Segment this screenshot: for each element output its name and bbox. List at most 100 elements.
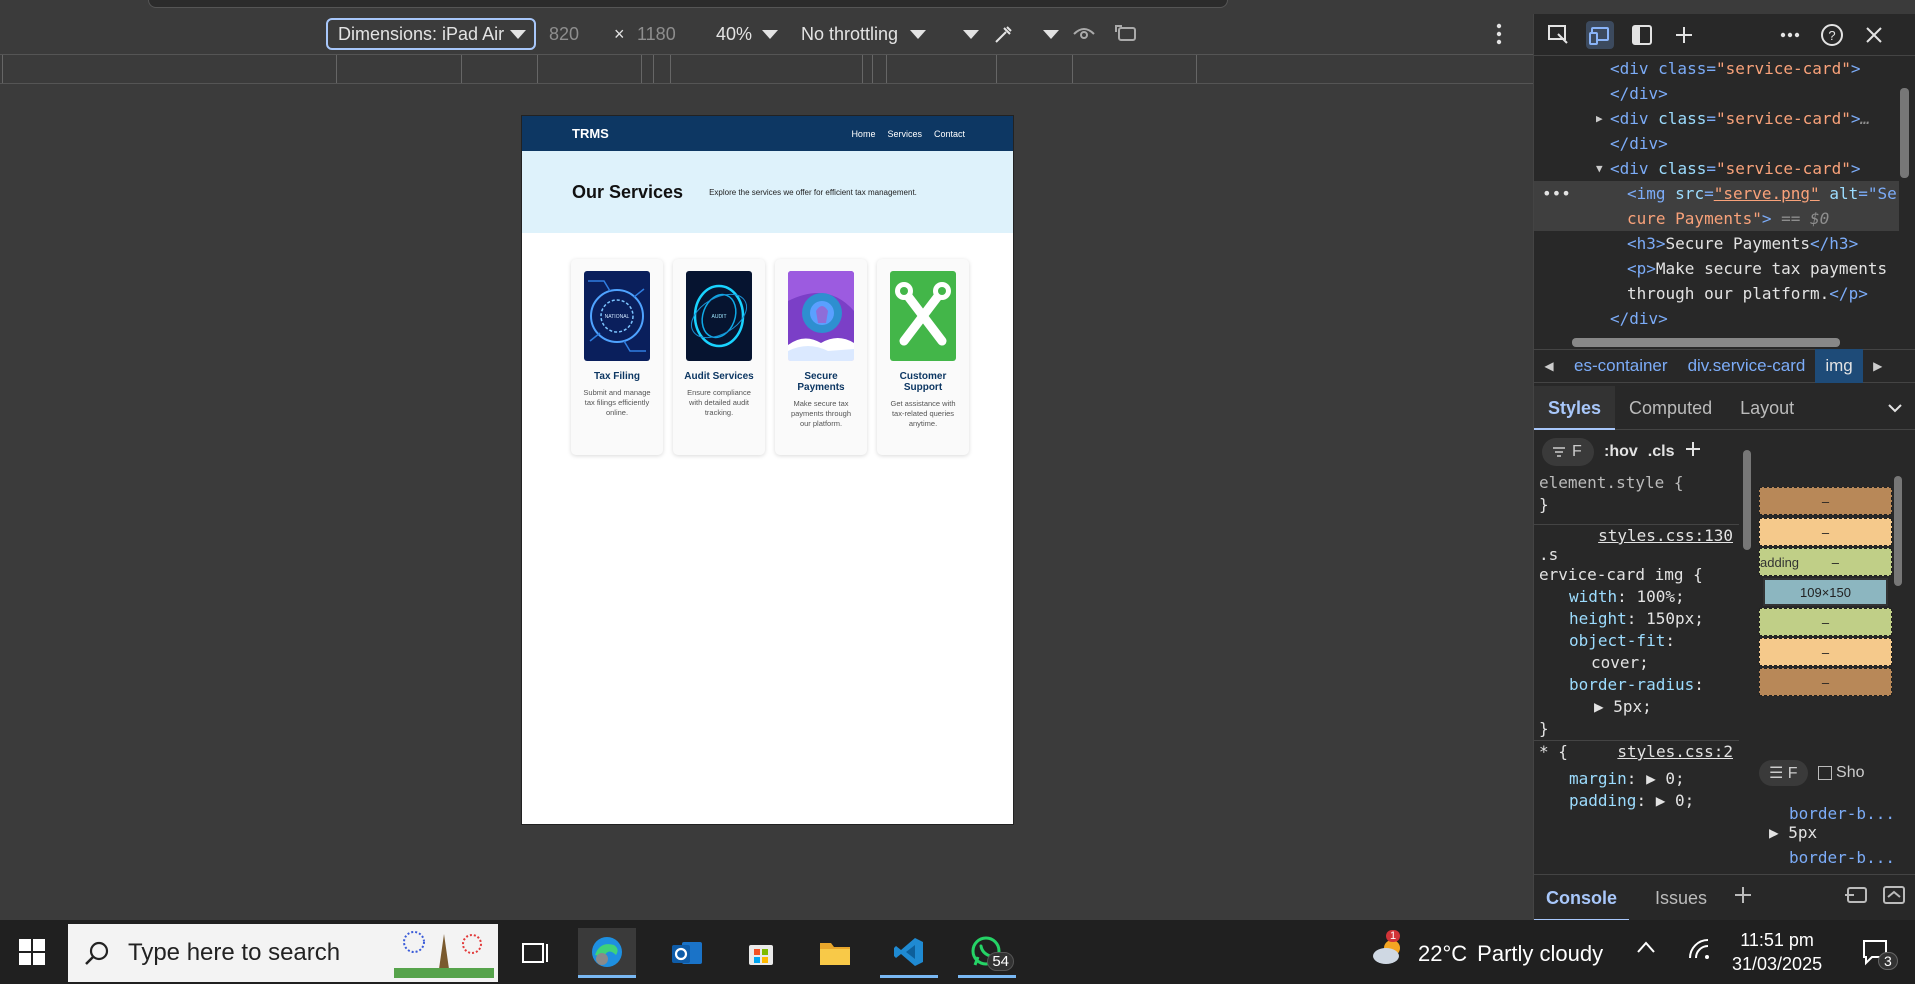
sensor-chevron-icon[interactable] (1037, 20, 1065, 48)
dom-node[interactable]: <div class="service-card"> (1534, 56, 1899, 81)
nav-link-home[interactable]: Home (851, 129, 875, 139)
css-value[interactable]: 0; (1665, 769, 1684, 788)
rule-source-link[interactable]: styles.css:130 (1598, 525, 1739, 547)
service-card[interactable]: Customer Support Get assistance with tax… (877, 259, 969, 455)
breadcrumb-left-icon[interactable]: ◀ (1534, 359, 1564, 373)
inspect-element-icon[interactable] (1544, 21, 1572, 49)
margin-band-bottom[interactable]: – (1759, 668, 1892, 696)
clock[interactable]: 11:51 pm 31/03/2025 (1732, 928, 1822, 976)
show-all-checkbox[interactable]: Sho (1817, 764, 1865, 782)
elements-horizontal-scrollbar[interactable] (1548, 336, 1888, 348)
service-card[interactable]: Secure Payments Make secure tax payments… (775, 259, 867, 455)
chevron-up-icon[interactable] (1636, 938, 1656, 959)
elements-scrollbar[interactable] (1900, 84, 1909, 344)
emulated-viewport[interactable]: TRMS Home Services Contact Our Services … (521, 115, 1014, 825)
close-icon[interactable] (1860, 21, 1888, 49)
dom-node[interactable]: <h3>Secure Payments</h3> (1534, 231, 1899, 256)
border-band[interactable]: – (1759, 518, 1892, 546)
hov-toggle[interactable]: :hov (1604, 443, 1638, 461)
css-property[interactable]: border-radius (1539, 675, 1694, 694)
start-button[interactable] (0, 920, 64, 984)
rotate-icon[interactable] (1112, 20, 1140, 48)
margin-band[interactable]: – (1759, 487, 1892, 515)
breadcrumb-item[interactable]: es-container (1564, 349, 1678, 383)
rule-source-link[interactable]: styles.css:2 (1617, 741, 1739, 763)
content-box[interactable]: 109×150 (1763, 578, 1888, 606)
outlook-icon[interactable] (658, 928, 716, 978)
computed-property[interactable]: border-b... (1759, 804, 1909, 823)
padding-band-bottom[interactable]: – (1759, 608, 1892, 636)
device-toggle-icon[interactable] (1586, 20, 1614, 49)
expand-triangle-icon[interactable]: ▶ (1769, 823, 1779, 842)
weather-widget[interactable]: 1 22°C Partly cloudy (1370, 930, 1603, 974)
css-value[interactable]: 0; (1675, 791, 1694, 810)
tab-issues[interactable]: Issues (1643, 875, 1719, 921)
tab-computed[interactable]: Computed (1615, 386, 1726, 430)
dom-node[interactable]: <p>Make secure tax payments (1534, 256, 1899, 281)
nav-link-contact[interactable]: Contact (934, 129, 965, 139)
help-icon[interactable]: ? (1818, 21, 1846, 49)
dom-node[interactable]: ▶ <div class="service-card">… (1534, 106, 1899, 131)
file-explorer-icon[interactable] (806, 928, 864, 978)
add-panel-icon[interactable] (1670, 21, 1698, 49)
computed-property[interactable]: border-b... (1759, 848, 1909, 867)
whatsapp-icon[interactable]: 54 (958, 928, 1016, 978)
breadcrumb-item[interactable]: div.service-card (1678, 349, 1816, 383)
tab-styles[interactable]: Styles (1534, 385, 1616, 430)
expand-right-icon[interactable]: ▶ (1596, 106, 1603, 131)
dom-node[interactable]: </div> (1534, 81, 1899, 106)
css-property[interactable]: height (1539, 609, 1627, 628)
expand-down-icon[interactable]: ▼ (1596, 156, 1603, 181)
dock-drawer-icon[interactable] (1844, 885, 1868, 910)
expand-triangle-icon[interactable]: ▶ (1594, 697, 1604, 716)
css-property[interactable]: object-fit (1539, 631, 1665, 650)
dom-node[interactable]: ▼ <div class="service-card"> (1534, 156, 1899, 181)
element-style-rule[interactable]: element.style { (1534, 472, 1739, 494)
service-card[interactable]: AUDIT Audit Services Ensure compliance w… (673, 259, 765, 455)
styles-filter-input[interactable]: F (1542, 438, 1594, 466)
width-input[interactable]: 820 (549, 24, 579, 45)
dimensions-dropdown[interactable]: Dimensions: iPad Air (326, 18, 536, 50)
height-input[interactable]: 1180 (637, 24, 676, 45)
edge-icon[interactable] (578, 928, 636, 978)
notifications-icon[interactable]: 3 (1862, 938, 1898, 971)
dock-side-icon[interactable] (1628, 21, 1656, 49)
more-options-chevron-icon[interactable] (957, 20, 985, 48)
throttling-dropdown[interactable]: No throttling (801, 24, 927, 45)
service-card[interactable]: NATIONAL Tax Filing Submit and manage ta… (571, 259, 663, 455)
more-menu-icon[interactable] (1776, 21, 1804, 49)
cls-toggle[interactable]: .cls (1648, 443, 1675, 461)
nav-link-services[interactable]: Services (887, 129, 922, 139)
computed-scrollbar[interactable] (1892, 466, 1904, 846)
dom-node-selected[interactable]: ••• <img src="serve.png" alt="Se (1534, 181, 1899, 206)
css-value[interactable]: 150px; (1646, 609, 1704, 628)
computed-filter-input[interactable]: ☰ F (1759, 760, 1808, 786)
wifi-icon[interactable] (1688, 938, 1710, 965)
padding-band[interactable]: adding – (1759, 548, 1892, 576)
dom-node[interactable]: through our platform.</p> (1534, 281, 1899, 306)
dom-node[interactable]: </div> (1534, 131, 1899, 156)
css-property[interactable]: width (1539, 587, 1617, 606)
tab-console[interactable]: Console (1534, 875, 1630, 921)
css-property[interactable]: padding (1539, 791, 1636, 810)
tab-layout[interactable]: Layout (1726, 386, 1808, 430)
task-view-icon[interactable] (506, 928, 564, 978)
dom-node-selected[interactable]: cure Payments"> == $0 (1534, 206, 1899, 231)
eye-icon[interactable] (1070, 20, 1098, 48)
breadcrumb-item-active[interactable]: img (1815, 349, 1863, 383)
site-logo[interactable]: TRMS (572, 126, 609, 141)
css-value[interactable]: cover; (1534, 652, 1739, 674)
css-property[interactable]: margin (1539, 769, 1627, 788)
kebab-menu-icon[interactable] (1485, 20, 1513, 48)
microsoft-store-icon[interactable] (732, 928, 790, 978)
border-band-bottom[interactable]: – (1759, 638, 1892, 666)
eyedropper-icon[interactable] (990, 20, 1018, 48)
vscode-icon[interactable] (880, 928, 938, 978)
zoom-dropdown[interactable]: 40% (716, 24, 779, 45)
styles-scrollbar[interactable] (1741, 432, 1751, 872)
taskbar-search[interactable]: Type here to search (68, 924, 498, 982)
elements-tree[interactable]: <div class="service-card"> </div> ▶ <div cl… (1534, 56, 1899, 336)
css-value[interactable]: 5px; (1613, 697, 1652, 716)
add-drawer-tab-icon[interactable] (1733, 885, 1753, 910)
chevron-down-icon[interactable] (1888, 397, 1915, 418)
